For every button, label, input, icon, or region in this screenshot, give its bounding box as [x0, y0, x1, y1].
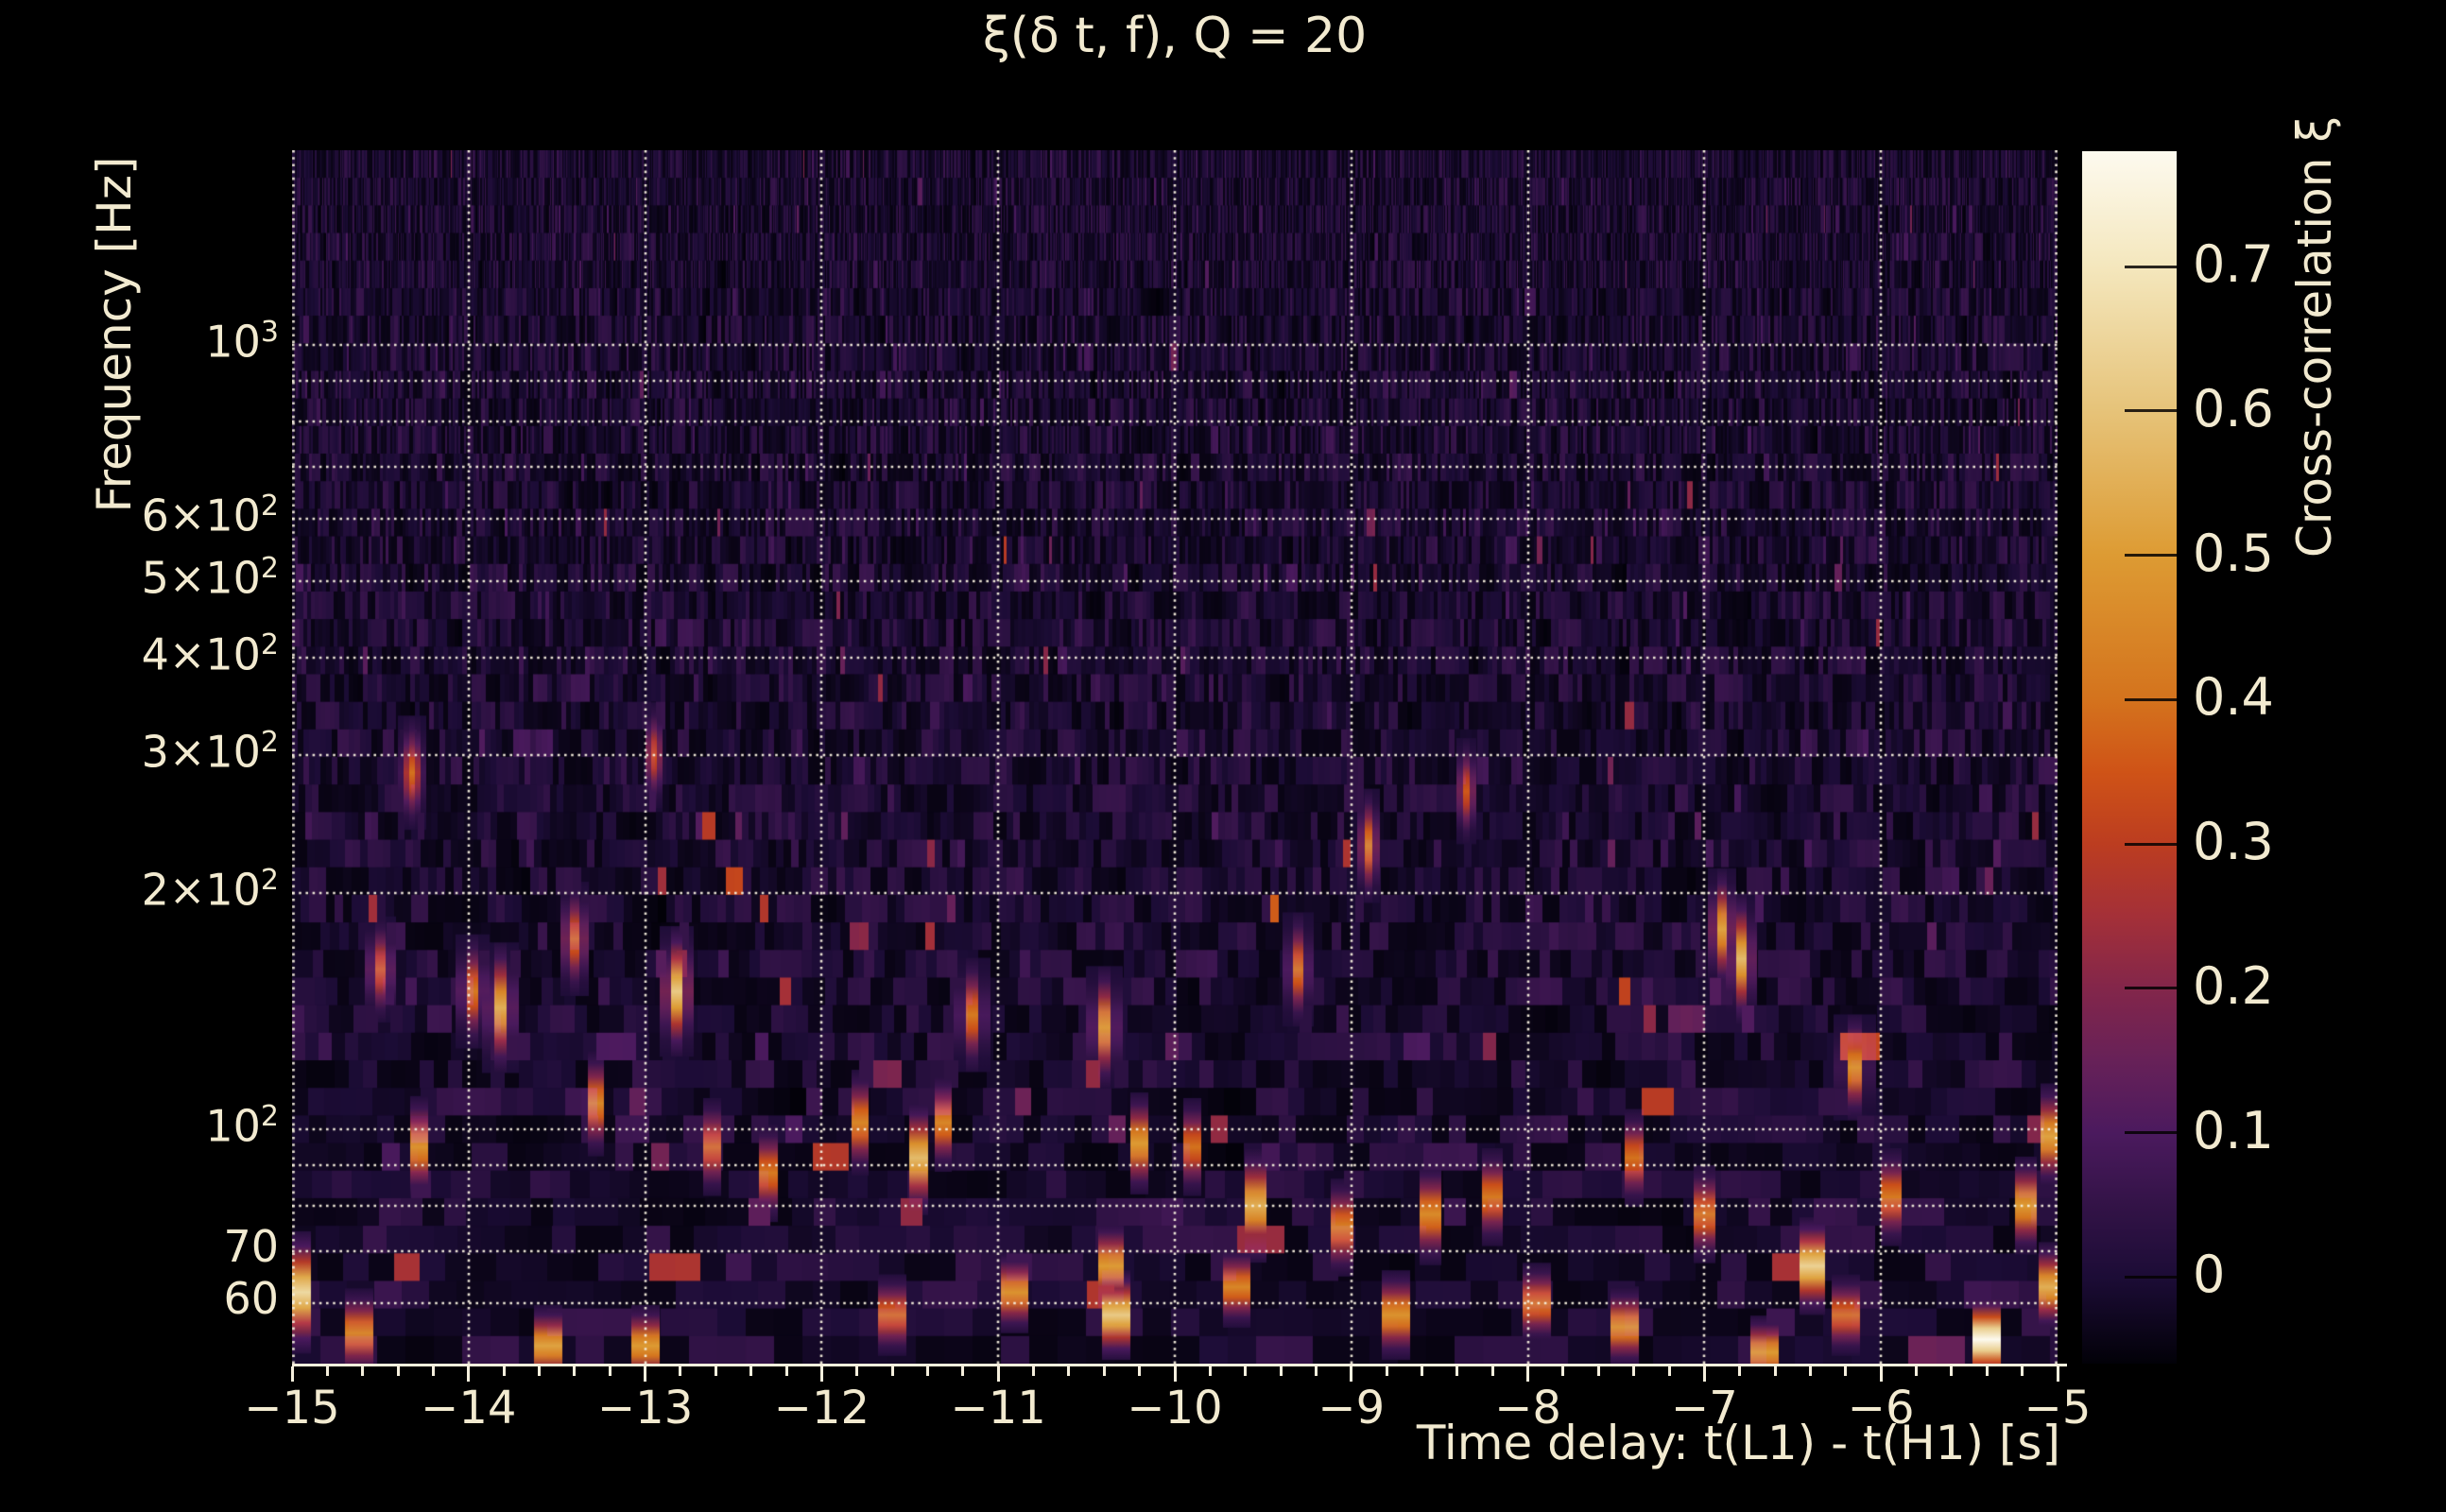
colorbar-tick-mark [2125, 554, 2177, 558]
y-tick-label: 4×102 [141, 627, 279, 679]
colorbar-tick-mark [2125, 409, 2177, 413]
y-tick-label: 60 [223, 1273, 279, 1325]
x-major-tick-mark [644, 1366, 647, 1382]
x-minor-tick-mark [1421, 1366, 1424, 1376]
x-minor-tick-mark [1561, 1366, 1565, 1376]
x-major-tick-mark [1350, 1366, 1353, 1382]
x-tick-label: −15 [244, 1382, 340, 1435]
heatmap-canvas [292, 150, 2058, 1364]
x-minor-tick-mark [431, 1366, 435, 1376]
figure-root: ξ(δ t, f), Q = 20 Frequency [Hz] −15 −14−… [0, 0, 2446, 1512]
colorbar-tick-mark [2125, 1275, 2177, 1279]
x-minor-tick-mark [573, 1366, 577, 1376]
x-major-tick-mark [2056, 1366, 2059, 1382]
x-minor-tick-mark [749, 1366, 753, 1376]
x-minor-tick-mark [396, 1366, 400, 1376]
colorbar-tick-label: 0.2 [2193, 955, 2274, 1016]
y-tick-label: 2×102 [141, 864, 279, 916]
x-minor-tick-mark [325, 1366, 329, 1376]
x-minor-tick-mark [855, 1366, 859, 1376]
x-minor-tick-mark [608, 1366, 612, 1376]
plot-area [292, 150, 2058, 1364]
x-minor-tick-mark [1950, 1366, 1954, 1376]
x-tick-label: −12 [773, 1382, 870, 1435]
x-minor-tick-mark [961, 1366, 965, 1376]
x-minor-tick-mark [784, 1366, 788, 1376]
colorbar-tick-label: 0.3 [2193, 812, 2274, 872]
x-minor-tick-mark [1985, 1366, 1989, 1376]
colorbar-tick-label: 0 [2193, 1245, 2226, 1305]
x-major-tick-mark [290, 1366, 294, 1382]
x-minor-tick-mark [1844, 1366, 1848, 1376]
x-minor-tick-mark [1456, 1366, 1459, 1376]
x-minor-tick-mark [714, 1366, 717, 1376]
x-minor-tick-mark [1032, 1366, 1036, 1376]
colorbar-tick-label: 0.4 [2193, 667, 2274, 728]
x-minor-tick-mark [1738, 1366, 1742, 1376]
y-tick-label: 5×102 [141, 552, 279, 604]
x-major-tick-mark [1702, 1366, 1706, 1382]
x-axis-spine [292, 1364, 2067, 1366]
x-minor-tick-mark [1244, 1366, 1248, 1376]
y-tick-label: 103 [205, 316, 279, 368]
y-tick-label: 6×102 [141, 490, 279, 541]
x-minor-tick-mark [538, 1366, 542, 1376]
colorbar-tick-mark [2125, 697, 2177, 701]
x-major-tick-mark [1173, 1366, 1177, 1382]
x-minor-tick-mark [361, 1366, 365, 1376]
x-minor-tick-mark [925, 1366, 929, 1376]
x-minor-tick-mark [679, 1366, 682, 1376]
colorbar-tick-label: 0.1 [2193, 1100, 2274, 1160]
colorbar [2082, 151, 2177, 1364]
colorbar-label: Cross-correlation ξ [2287, 115, 2342, 558]
x-major-tick-mark [1526, 1366, 1530, 1382]
x-minor-tick-mark [1314, 1366, 1318, 1376]
x-minor-tick-mark [1667, 1366, 1671, 1376]
y-tick-label: 70 [223, 1220, 279, 1272]
x-minor-tick-mark [1385, 1366, 1388, 1376]
x-minor-tick-mark [502, 1366, 506, 1376]
x-tick-label: −13 [596, 1382, 694, 1435]
x-major-tick-mark [819, 1366, 823, 1382]
colorbar-tick-mark [2125, 1131, 2177, 1135]
colorbar-tick-mark [2125, 265, 2177, 268]
x-minor-tick-mark [1490, 1366, 1494, 1376]
x-minor-tick-mark [1208, 1366, 1212, 1376]
x-major-tick-mark [467, 1366, 471, 1382]
x-minor-tick-mark [1632, 1366, 1636, 1376]
x-major-tick-mark [996, 1366, 1000, 1382]
x-minor-tick-mark [1915, 1366, 1919, 1376]
x-minor-tick-mark [1773, 1366, 1777, 1376]
y-tick-label: 102 [205, 1100, 279, 1152]
x-minor-tick-mark [1138, 1366, 1142, 1376]
x-major-tick-mark [1879, 1366, 1883, 1382]
x-minor-tick-mark [1808, 1366, 1812, 1376]
x-minor-tick-mark [1596, 1366, 1600, 1376]
chart-title: ξ(δ t, f), Q = 20 [982, 8, 1368, 64]
x-minor-tick-mark [1279, 1366, 1283, 1376]
colorbar-tick-mark [2125, 842, 2177, 846]
y-tick-label: 3×102 [141, 726, 279, 778]
x-minor-tick-mark [890, 1366, 894, 1376]
x-axis-label: Time delay: t(L1) - t(H1) [s] [1416, 1416, 2060, 1470]
x-minor-tick-mark [1067, 1366, 1071, 1376]
x-tick-label: −11 [950, 1382, 1046, 1435]
colorbar-tick-mark [2125, 987, 2177, 990]
x-minor-tick-mark [2021, 1366, 2024, 1376]
x-minor-tick-mark [1102, 1366, 1106, 1376]
x-tick-label: −14 [421, 1382, 517, 1435]
